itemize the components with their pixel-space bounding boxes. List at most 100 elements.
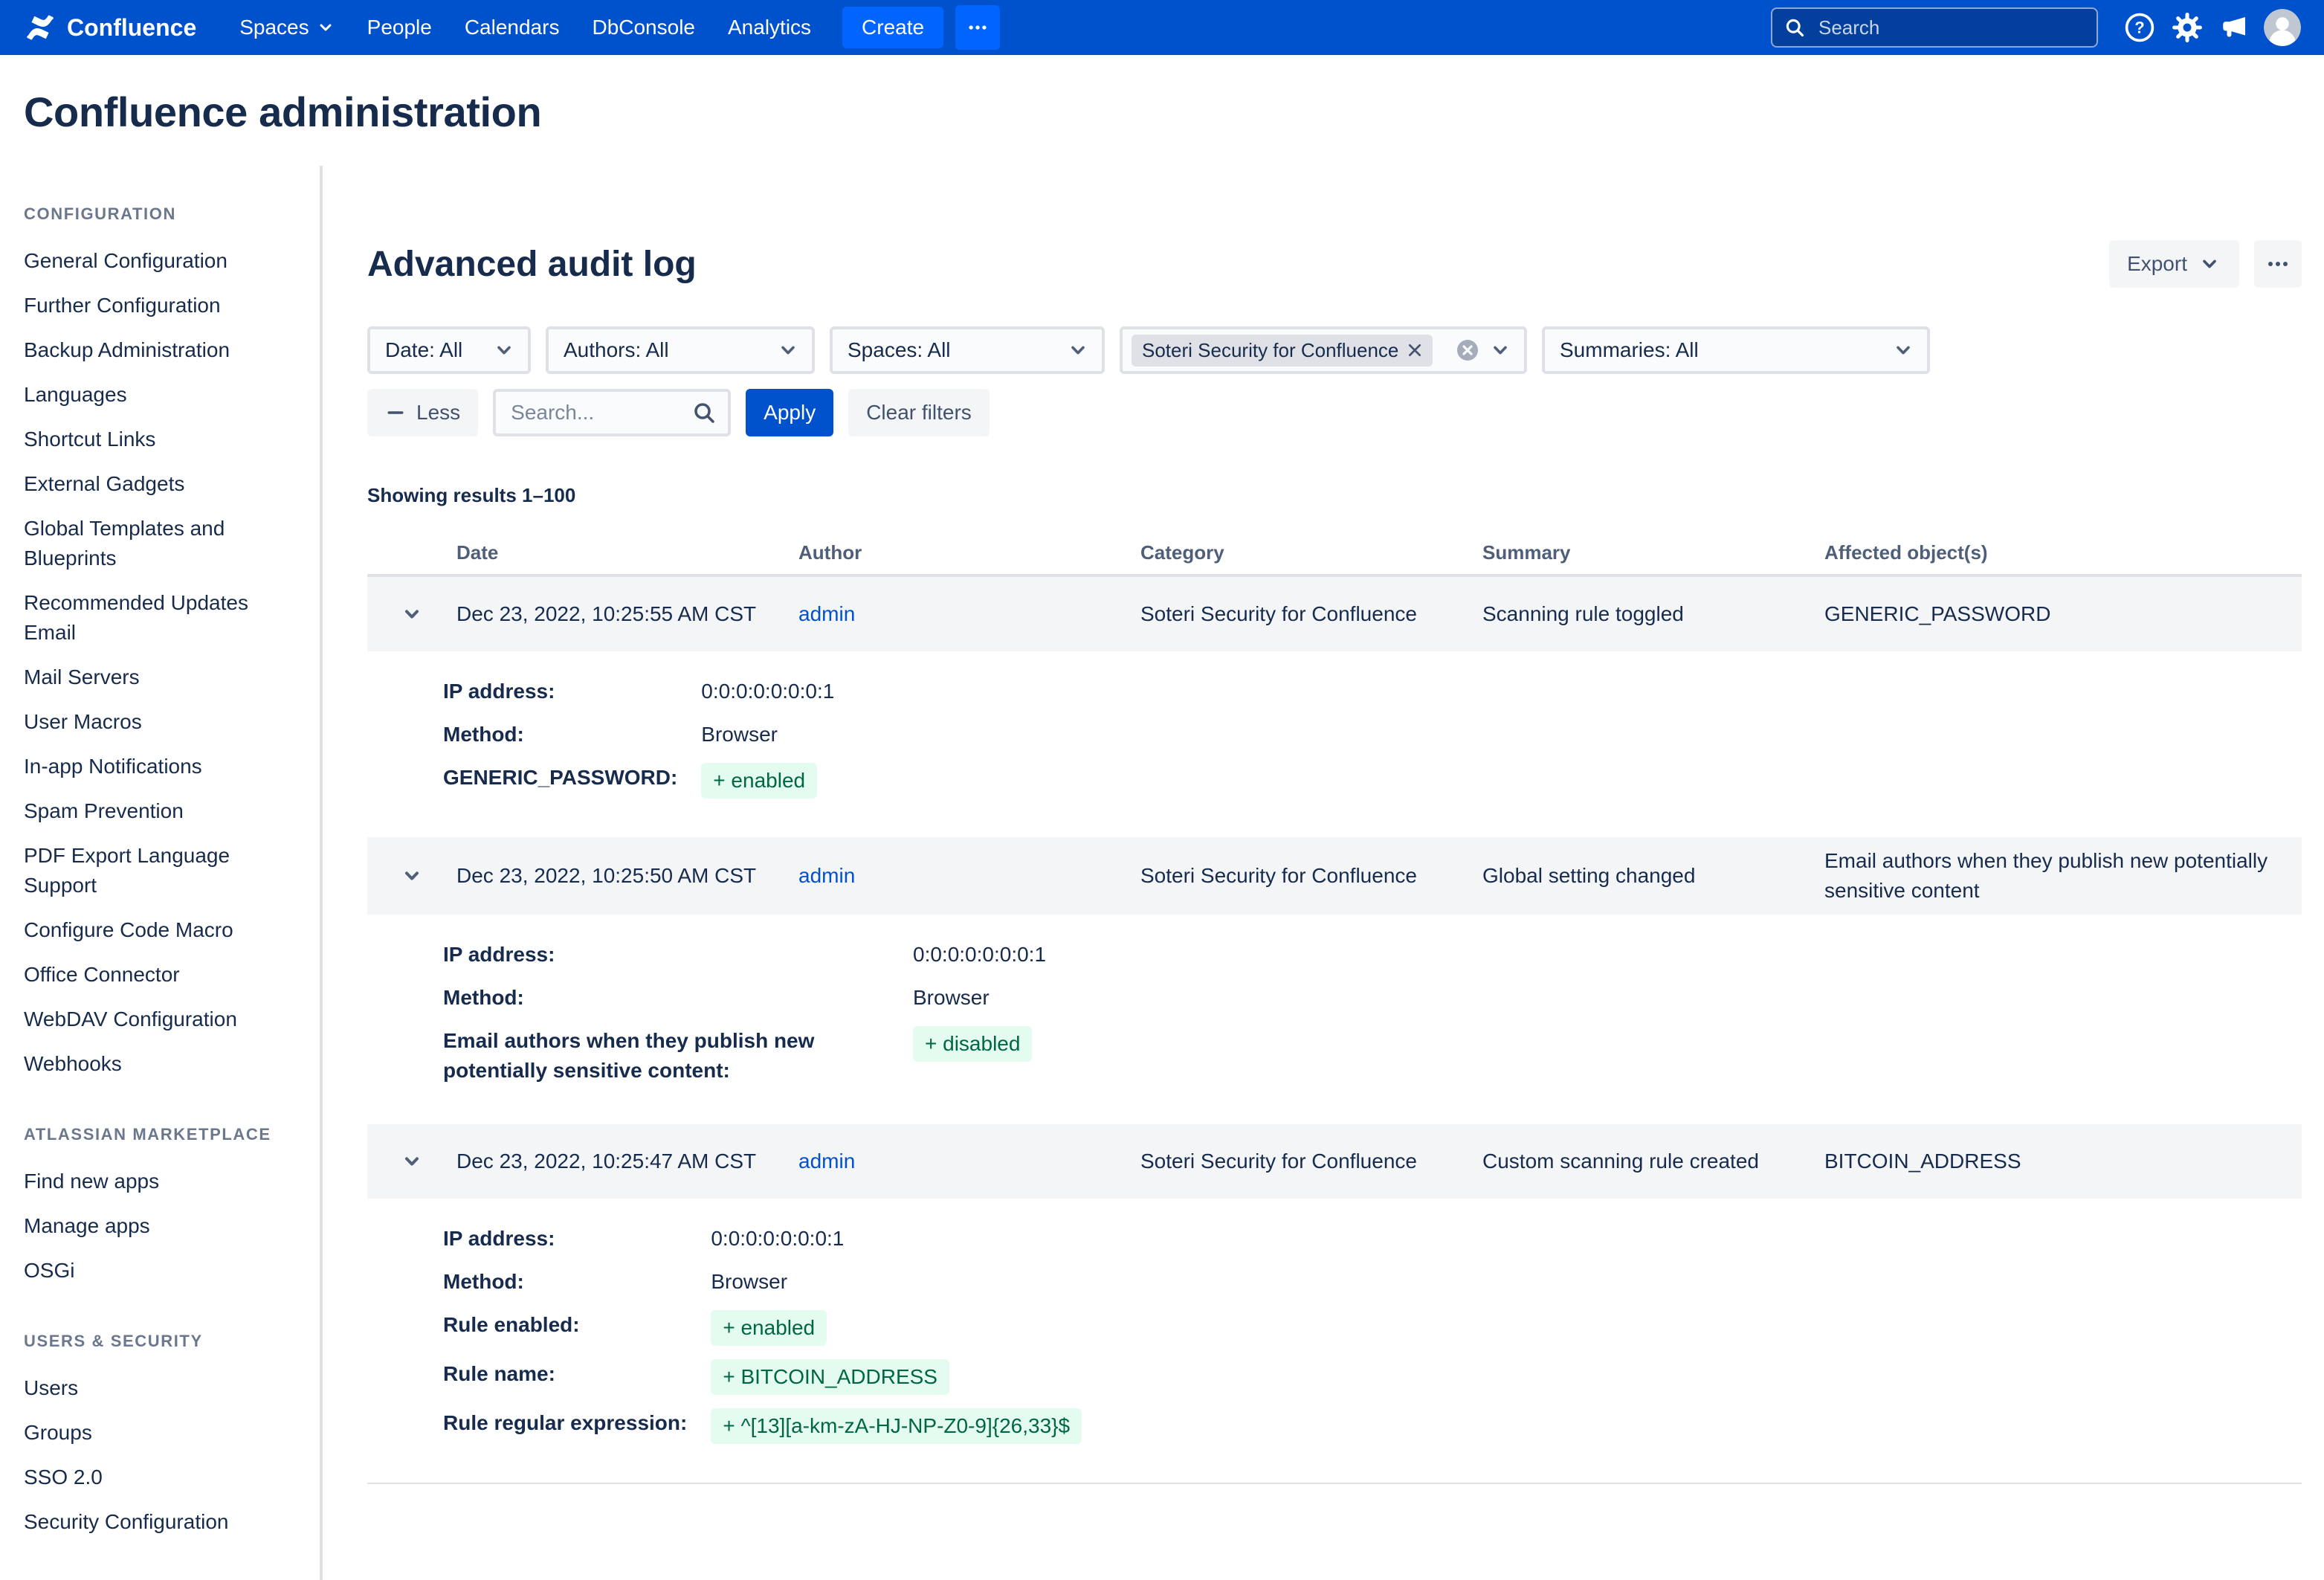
top-navbar: Confluence SpacesPeopleCalendarsDbConsol…: [0, 0, 2324, 55]
main-content: Advanced audit log Export Date: All Auth…: [323, 166, 2324, 1580]
detail-value: + ^[13][a-km-zA-HJ-NP-Z0-9]{26,33}$: [711, 1408, 2281, 1444]
detail-label: Method:: [443, 720, 677, 749]
less-filters-button[interactable]: Less: [367, 389, 478, 436]
svg-text:?: ?: [2134, 19, 2144, 37]
row-author: admin: [798, 852, 1140, 900]
detail-label: IP address:: [443, 940, 889, 970]
detail-label: GENERIC_PASSWORD:: [443, 763, 677, 793]
primary-nav: SpacesPeopleCalendarsDbConsole Analytics: [223, 5, 827, 50]
clear-filter-icon[interactable]: [1456, 338, 1479, 362]
sidebar-item-languages[interactable]: Languages: [24, 373, 296, 417]
summaries-filter[interactable]: Summaries: All: [1542, 326, 1930, 374]
detail-label: Rule name:: [443, 1359, 687, 1389]
row-category: Soteri Security for Confluence: [1140, 590, 1482, 638]
change-badge: + disabled: [913, 1026, 1032, 1062]
audit-row[interactable]: Dec 23, 2022, 10:25:50 AM CSTadminSoteri…: [367, 837, 2302, 915]
detail-value: 0:0:0:0:0:0:0:1: [913, 940, 2281, 970]
results-count: Showing results 1–100: [367, 484, 2302, 507]
spaces-filter[interactable]: Spaces: All: [830, 326, 1105, 374]
announcements-button[interactable]: [2211, 4, 2259, 51]
apply-button[interactable]: Apply: [746, 389, 833, 436]
column-header-summary: Summary: [1482, 541, 1824, 564]
detail-value: 0:0:0:0:0:0:0:1: [711, 1224, 2281, 1254]
detail-label: Method:: [443, 983, 889, 1013]
row-author-link[interactable]: admin: [798, 602, 855, 625]
sidebar-item-office-connector[interactable]: Office Connector: [24, 952, 296, 997]
nav-item-people[interactable]: People: [351, 5, 448, 50]
sidebar-item-configure-code-macro[interactable]: Configure Code Macro: [24, 908, 296, 952]
audit-entry: Dec 23, 2022, 10:25:55 AM CSTadmin Soteri…: [367, 577, 2302, 837]
nav-item-calendars[interactable]: Calendars: [448, 5, 576, 50]
row-summary: Global setting changed: [1482, 852, 1824, 900]
detail-value: 0:0:0:0:0:0:0:1: [701, 677, 2281, 706]
sidebar-item-general-configuration[interactable]: General Configuration: [24, 239, 296, 283]
nav-item-dbconsole[interactable]: DbConsole: [575, 5, 711, 50]
audit-table: DateAuthorCategorySummaryAffected object…: [367, 531, 2302, 1484]
sidebar-item-user-macros[interactable]: User Macros: [24, 700, 296, 744]
audit-entry: Dec 23, 2022, 10:25:47 AM CSTadminSoteri…: [367, 1124, 2302, 1483]
authors-filter[interactable]: Authors: All: [546, 326, 815, 374]
confluence-logo[interactable]: Confluence: [18, 11, 202, 44]
row-author: admin: [798, 1138, 1140, 1185]
sidebar-item-osgi[interactable]: OSGi: [24, 1248, 296, 1293]
sidebar-item-find-new-apps[interactable]: Find new apps: [24, 1159, 296, 1204]
filter-search-input[interactable]: [508, 399, 683, 426]
sidebar-item-security-configuration[interactable]: Security Configuration: [24, 1500, 296, 1544]
chevron-down-icon: [1891, 338, 1915, 362]
sidebar-item-users[interactable]: Users: [24, 1366, 296, 1410]
audit-row[interactable]: Dec 23, 2022, 10:25:55 AM CSTadmin Soteri…: [367, 577, 2302, 651]
sidebar-item-shortcut-links[interactable]: Shortcut Links: [24, 417, 296, 462]
export-button[interactable]: Export: [2109, 240, 2239, 288]
sidebar-item-groups[interactable]: Groups: [24, 1410, 296, 1455]
nav-item-analytics[interactable]: Analytics: [711, 5, 827, 50]
change-badge: + enabled: [711, 1310, 827, 1346]
nav-search[interactable]: [1771, 7, 2098, 48]
clear-filters-button[interactable]: Clear filters: [848, 389, 990, 436]
nav-search-input[interactable]: [1815, 15, 2085, 41]
sidebar-item-mail-servers[interactable]: Mail Servers: [24, 655, 296, 700]
row-affected: Email authors when they publish new pote…: [1824, 837, 2302, 915]
row-expand-toggle[interactable]: [367, 602, 456, 626]
nav-item-label: Analytics: [728, 16, 811, 39]
sidebar-item-backup-administration[interactable]: Backup Administration: [24, 328, 296, 373]
sidebar-item-spam-prevention[interactable]: Spam Prevention: [24, 789, 296, 833]
filter-search[interactable]: [493, 389, 731, 436]
category-filter[interactable]: Soteri Security for Confluence: [1120, 326, 1527, 374]
detail-value: + enabled: [711, 1310, 2281, 1346]
profile-button[interactable]: [2259, 4, 2306, 51]
chevron-down-icon: [400, 864, 424, 888]
sidebar-item-pdf-export-language-support[interactable]: PDF Export Language Support: [24, 833, 296, 908]
row-author-link[interactable]: admin: [798, 864, 855, 887]
sidebar-item-webdav-configuration[interactable]: WebDAV Configuration: [24, 997, 296, 1042]
sidebar-item-global-templates-and-blueprints[interactable]: Global Templates and Blueprints: [24, 506, 296, 581]
row-expand-toggle[interactable]: [367, 864, 456, 888]
chevron-down-icon: [317, 19, 335, 36]
search-icon: [1784, 17, 1805, 38]
main-header: Advanced audit log Export: [367, 240, 2302, 288]
settings-button[interactable]: [2163, 4, 2211, 51]
sidebar-section-configuration: CONFIGURATION: [24, 204, 296, 224]
sidebar-item-sso-2-0[interactable]: SSO 2.0: [24, 1455, 296, 1500]
date-filter[interactable]: Date: All: [367, 326, 531, 374]
detail-label: IP address:: [443, 1224, 687, 1254]
more-actions-button[interactable]: [2254, 240, 2302, 288]
row-expand-toggle[interactable]: [367, 1149, 456, 1173]
confluence-logo-icon: [24, 11, 57, 44]
sidebar-item-external-gadgets[interactable]: External Gadgets: [24, 462, 296, 506]
sidebar-item-further-configuration[interactable]: Further Configuration: [24, 283, 296, 328]
create-button[interactable]: Create: [842, 7, 943, 48]
row-date: Dec 23, 2022, 10:25:47 AM CST: [456, 1138, 798, 1185]
row-date: Dec 23, 2022, 10:25:55 AM CST: [456, 590, 798, 638]
sidebar-item-in-app-notifications[interactable]: In-app Notifications: [24, 744, 296, 789]
sidebar-item-manage-apps[interactable]: Manage apps: [24, 1204, 296, 1248]
detail-label: Rule regular expression:: [443, 1408, 687, 1438]
help-button[interactable]: ?: [2116, 4, 2163, 51]
sidebar-item-recommended-updates-email[interactable]: Recommended Updates Email: [24, 581, 296, 655]
row-author-link[interactable]: admin: [798, 1149, 855, 1173]
sidebar-item-webhooks[interactable]: Webhooks: [24, 1042, 296, 1086]
nav-more-button[interactable]: [955, 5, 1000, 50]
audit-row[interactable]: Dec 23, 2022, 10:25:47 AM CSTadminSoteri…: [367, 1124, 2302, 1199]
category-filter-chip[interactable]: Soteri Security for Confluence: [1132, 335, 1433, 367]
nav-item-spaces[interactable]: Spaces: [223, 5, 350, 50]
remove-chip-icon[interactable]: [1407, 343, 1422, 358]
